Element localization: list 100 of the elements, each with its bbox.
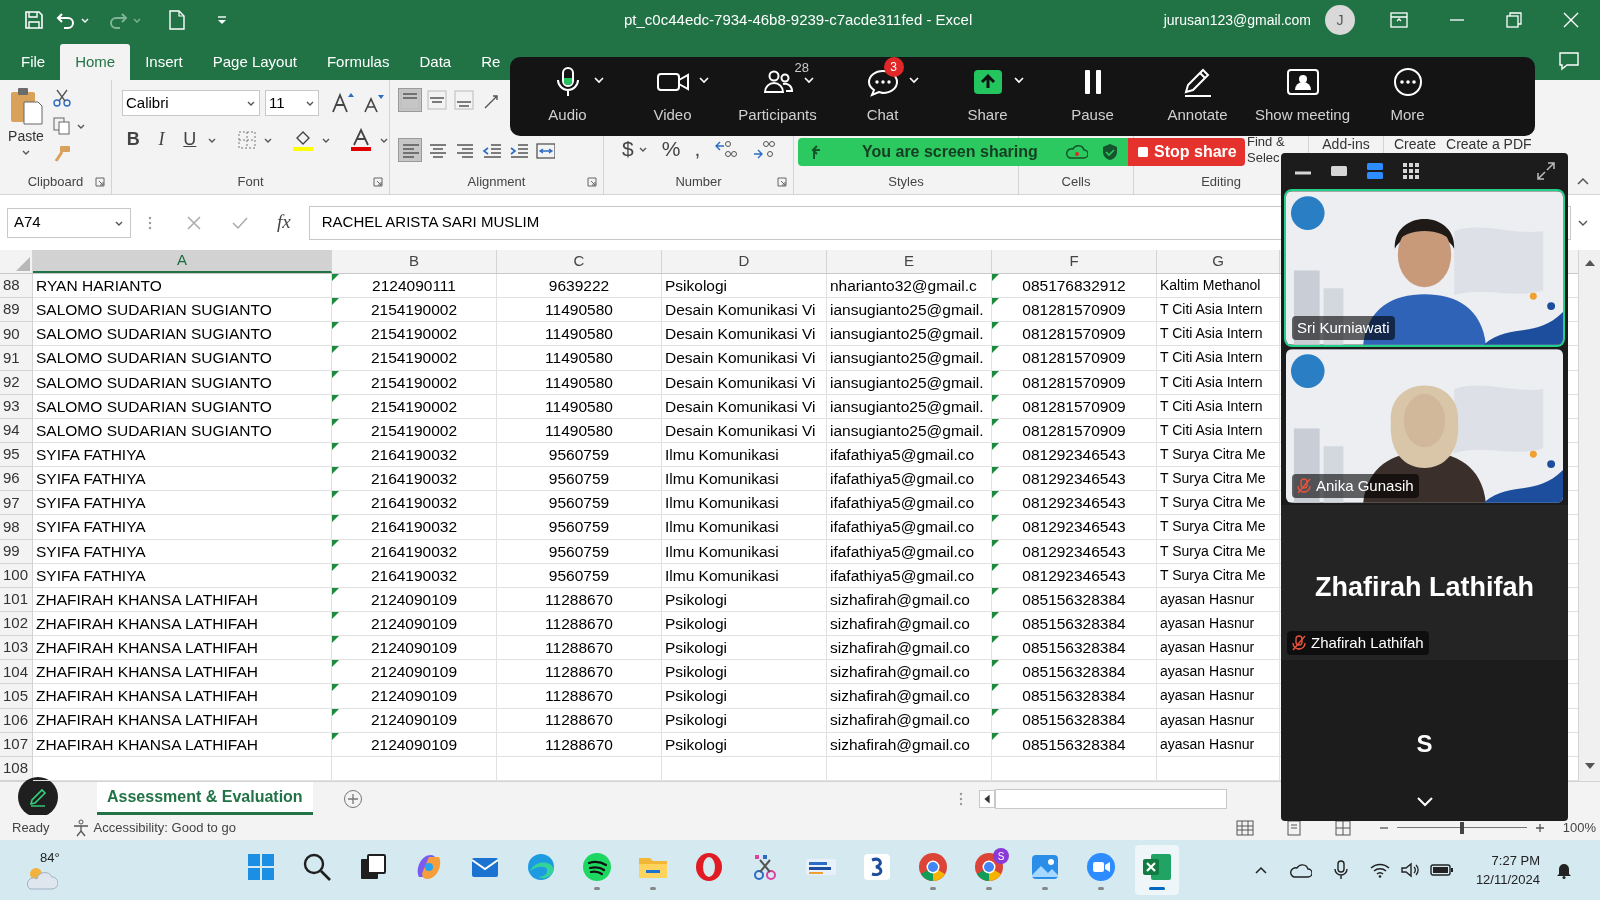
- accessibility-icon[interactable]: [71, 818, 90, 837]
- volume-icon[interactable]: [1399, 862, 1420, 878]
- row-header[interactable]: 93: [0, 394, 33, 419]
- column-header[interactable]: C: [497, 250, 662, 273]
- name-box[interactable]: A74: [7, 207, 131, 238]
- video-camera-icon[interactable]: [1085, 850, 1117, 883]
- underline-button[interactable]: U: [178, 126, 201, 153]
- ribbon-display-icon[interactable]: [1390, 12, 1408, 28]
- cloud-icon[interactable]: [1289, 862, 1312, 878]
- ring-icon[interactable]: [693, 850, 725, 883]
- font-size-field[interactable]: 11: [265, 90, 319, 116]
- increase-decimal-icon[interactable]: [714, 138, 739, 160]
- scroll-down-icon[interactable]: [1583, 761, 1596, 771]
- row-header[interactable]: 107: [0, 732, 33, 757]
- normal-view-icon[interactable]: [1235, 819, 1254, 836]
- chevron-up-icon[interactable]: [1253, 865, 1268, 875]
- more-button[interactable]: More: [1355, 57, 1460, 136]
- dialog-launcher-icon[interactable]: [95, 177, 105, 187]
- copy-icon[interactable]: [52, 116, 72, 136]
- page-break-icon[interactable]: [1334, 819, 1351, 836]
- row-header[interactable]: 98: [0, 515, 33, 540]
- ribbon-tab[interactable]: Home: [60, 44, 131, 80]
- row-header[interactable]: 103: [0, 636, 33, 661]
- sheet-tab[interactable]: Assessment & Evaluation: [97, 782, 313, 815]
- row-header[interactable]: 102: [0, 611, 33, 637]
- column-header[interactable]: E: [827, 250, 992, 273]
- find-select-button[interactable]: Find &: [1247, 134, 1285, 150]
- dialog-launcher-icon[interactable]: [777, 177, 787, 187]
- zoom-slider[interactable]: [1396, 820, 1527, 835]
- clock-time[interactable]: 7:27 PM: [1491, 851, 1540, 870]
- annotate-button[interactable]: Annotate: [1145, 57, 1250, 136]
- ribbon-tab[interactable]: Formulas: [311, 44, 405, 80]
- chat-button[interactable]: 3 Chat: [830, 57, 935, 136]
- comment-icon[interactable]: [1558, 51, 1580, 71]
- microphone-icon[interactable]: [1333, 860, 1348, 880]
- ribbon-tab[interactable]: Re: [466, 44, 501, 80]
- clock-date[interactable]: 12/11/2024: [1475, 870, 1540, 889]
- add-sheet-icon[interactable]: [342, 788, 363, 809]
- row-header[interactable]: 88: [0, 274, 33, 299]
- notification-bell-icon[interactable]: [1556, 861, 1572, 879]
- close-icon[interactable]: [1563, 12, 1579, 28]
- collapse-ribbon-icon[interactable]: [1576, 176, 1590, 186]
- grid-view-icon[interactable]: [1401, 161, 1421, 181]
- column-header[interactable]: B: [332, 250, 497, 273]
- row-header[interactable]: 99: [0, 539, 33, 564]
- weather-temperature[interactable]: 84°: [40, 849, 60, 865]
- column-header[interactable]: A: [33, 250, 332, 273]
- drag-handle-icon[interactable]: [148, 214, 152, 231]
- battery-icon[interactable]: [1429, 863, 1454, 877]
- row-header[interactable]: 105: [0, 684, 33, 709]
- column-header[interactable]: G: [1157, 250, 1280, 273]
- align-top-button[interactable]: [398, 88, 422, 112]
- font-color-icon[interactable]: [349, 127, 373, 152]
- percent-format-button[interactable]: %: [661, 136, 681, 162]
- restore-icon[interactable]: [1506, 12, 1522, 28]
- video-button[interactable]: Video: [620, 57, 725, 136]
- row-header[interactable]: 95: [0, 443, 33, 468]
- accounting-format-button[interactable]: $: [622, 136, 634, 162]
- pause-button[interactable]: Pause: [1040, 57, 1145, 136]
- zoom-in-icon[interactable]: [1534, 822, 1545, 833]
- ribbon-tab[interactable]: Page Layout: [197, 44, 312, 80]
- decrease-font-icon[interactable]: [362, 92, 384, 114]
- row-header[interactable]: 97: [0, 491, 33, 516]
- stop-share-button[interactable]: Stop share: [1128, 138, 1245, 166]
- drag-handle-icon[interactable]: [959, 790, 963, 807]
- column-header[interactable]: F: [992, 250, 1157, 273]
- browser-icon[interactable]: [973, 850, 1005, 883]
- scroll-up-icon[interactable]: [1583, 258, 1596, 268]
- avatar[interactable]: J: [1325, 5, 1355, 35]
- dialog-launcher-icon[interactable]: [373, 177, 383, 187]
- increase-font-icon[interactable]: [330, 91, 354, 115]
- align-middle-button[interactable]: [425, 88, 449, 112]
- italic-button[interactable]: I: [150, 126, 173, 153]
- row-header[interactable]: 101: [0, 587, 33, 612]
- expand-icon[interactable]: [1536, 161, 1556, 181]
- share-button[interactable]: Share: [935, 57, 1040, 136]
- ribbon-tab[interactable]: Insert: [130, 44, 198, 80]
- find-select-label[interactable]: Selec: [1247, 150, 1280, 166]
- add-ins-button[interactable]: Add-ins: [1322, 136, 1370, 153]
- create-pdf-button[interactable]: Create a PDF: [1446, 136, 1532, 153]
- music-icon[interactable]: [581, 850, 613, 883]
- show-meeting-button[interactable]: Show meeting: [1250, 57, 1355, 136]
- bold-button[interactable]: B: [122, 126, 145, 153]
- undo-icon[interactable]: [56, 10, 76, 30]
- row-header[interactable]: 96: [0, 467, 33, 492]
- save-icon[interactable]: [24, 10, 44, 30]
- insert-function-button[interactable]: fx: [277, 208, 291, 237]
- participants-button[interactable]: 28 Participants: [725, 57, 830, 136]
- font-name-field[interactable]: Calibri: [122, 90, 260, 116]
- create-button[interactable]: Create: [1394, 136, 1437, 153]
- row-header[interactable]: 94: [0, 418, 33, 443]
- ribbon-tab[interactable]: Data: [404, 44, 467, 80]
- wifi-icon[interactable]: [1369, 862, 1390, 878]
- row-header[interactable]: 100: [0, 563, 33, 588]
- row-header[interactable]: 104: [0, 660, 33, 685]
- draw-button[interactable]: [18, 776, 58, 817]
- customize-icon[interactable]: [216, 14, 228, 26]
- paste-button[interactable]: Paste: [8, 86, 44, 170]
- row-header[interactable]: 106: [0, 708, 33, 733]
- audio-button[interactable]: Audio: [515, 57, 620, 136]
